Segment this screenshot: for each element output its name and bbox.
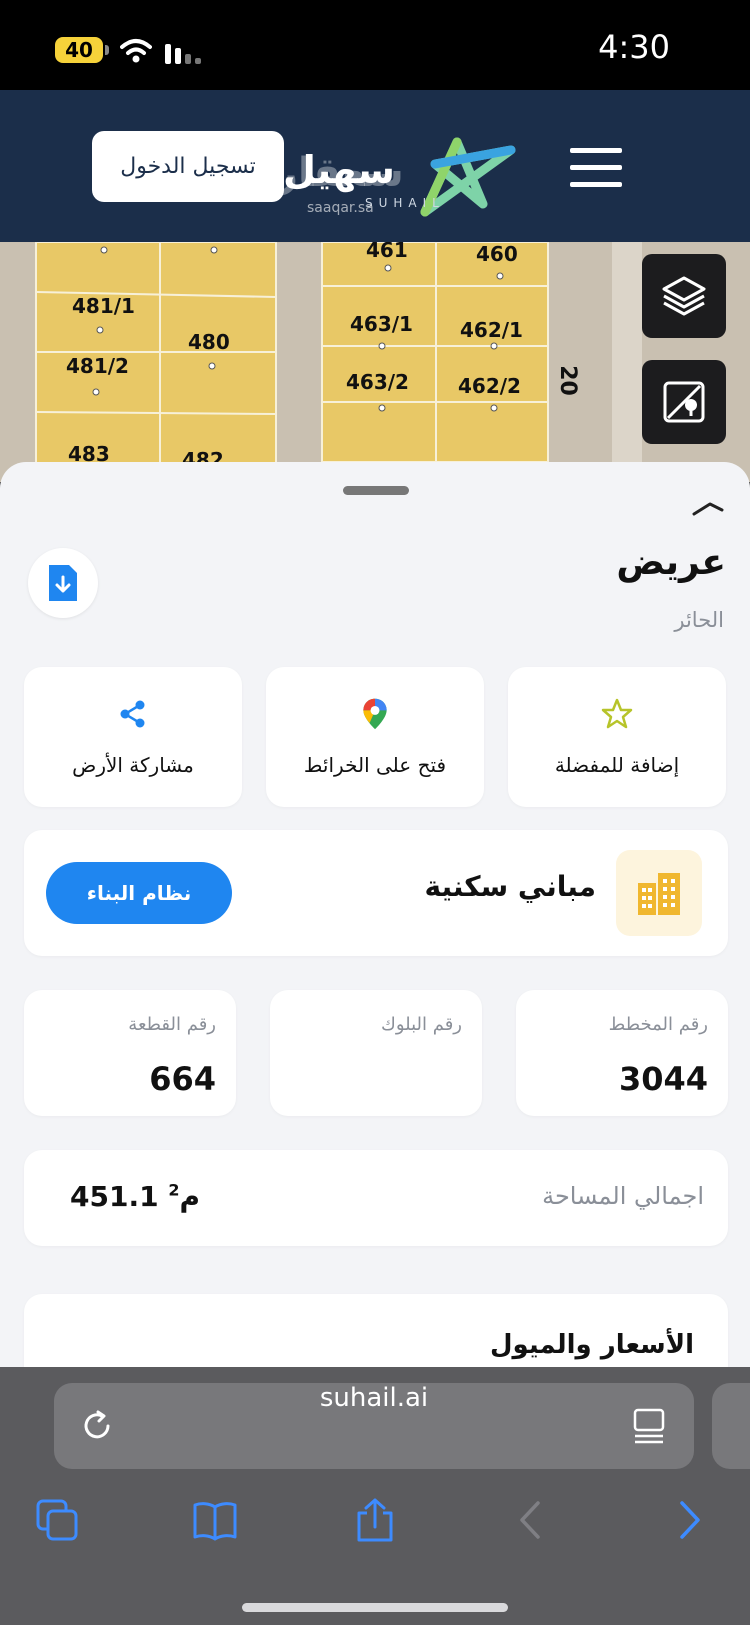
home-indicator[interactable] <box>242 1603 508 1612</box>
add-favorite-button[interactable]: إضافة للمفضلة <box>508 667 726 807</box>
plot-label[interactable]: 463/2 <box>346 370 409 394</box>
brand-logo[interactable]: سهيل SUHAIL سعقار saaqar.sa <box>275 120 535 220</box>
share-land-label: مشاركة الأرض <box>72 753 194 777</box>
land-usage-label: مباني سكنية <box>424 870 596 903</box>
plot-number-card: رقم القطعة 664 <box>24 990 236 1116</box>
map-image-icon <box>663 381 705 423</box>
back-icon[interactable] <box>508 1497 554 1543</box>
share-land-button[interactable]: مشاركة الأرض <box>24 667 242 807</box>
total-area-card: اجمالي المساحة 451.1 م2 <box>24 1150 728 1246</box>
prices-slopes-title: الأسعار والميول <box>489 1330 694 1360</box>
open-in-maps-button[interactable]: فتح على الخرائط <box>266 667 484 807</box>
area-unit: م <box>179 1180 200 1213</box>
watermark-url: saaqar.sa <box>307 200 374 216</box>
layers-icon <box>662 276 706 316</box>
status-time: 4:30 <box>598 28 670 66</box>
download-pdf-button[interactable] <box>28 548 98 618</box>
total-area-value: 451.1 م2 <box>70 1180 200 1213</box>
block-number-key: رقم البلوك <box>380 1014 462 1035</box>
plot-label[interactable]: 462/2 <box>458 374 521 398</box>
street-width-label: 20 <box>554 365 580 396</box>
plan-number-value: 3044 <box>618 1060 708 1098</box>
tabs-icon[interactable] <box>34 1497 80 1543</box>
forward-icon[interactable] <box>666 1497 712 1543</box>
building-code-button[interactable]: نظام البناء <box>46 862 232 924</box>
add-favorite-label: إضافة للمفضلة <box>554 753 680 777</box>
parcel-details-sheet: عريض الحائر إضافة للمفضلة فتح على الخرائ… <box>0 462 750 1367</box>
cellular-signal-icon <box>165 44 201 64</box>
url-text: suhail.ai <box>319 1383 429 1413</box>
reload-icon[interactable] <box>80 1409 114 1443</box>
parcel-title: عريض <box>616 542 726 583</box>
plot-number-value: 664 <box>149 1060 216 1098</box>
wifi-icon <box>120 39 152 63</box>
next-tab-preview[interactable] <box>712 1383 750 1469</box>
area-number: 451.1 <box>70 1180 159 1213</box>
collapse-icon[interactable] <box>690 496 726 520</box>
building-icon-wrap <box>616 850 702 936</box>
block-number-card: رقم البلوك <box>270 990 482 1116</box>
total-area-key: اجمالي المساحة <box>542 1182 704 1210</box>
plot-label[interactable]: 463/1 <box>350 312 413 336</box>
layers-button[interactable] <box>642 254 726 338</box>
plan-number-key: رقم المخطط <box>608 1014 708 1035</box>
plot-label[interactable]: 461 <box>366 242 408 262</box>
share-icon <box>120 700 145 728</box>
plot-label[interactable]: 462/1 <box>460 318 523 342</box>
bookmarks-icon[interactable] <box>192 1497 238 1543</box>
reader-mode-icon[interactable] <box>632 1407 666 1445</box>
star-icon <box>601 698 633 729</box>
plot-label[interactable]: 481/2 <box>66 354 129 378</box>
hamburger-menu-icon[interactable] <box>570 148 622 188</box>
plan-number-card: رقم المخطط 3044 <box>516 990 728 1116</box>
download-file-icon <box>49 565 77 601</box>
land-usage-card: مباني سكنية نظام البناء <box>24 830 728 956</box>
parcel-district: الحائر <box>674 608 724 632</box>
parcel-map[interactable]: 481/1 480 481/2 483 482 461 460 463/1 46… <box>0 242 750 482</box>
building-icon <box>638 873 680 915</box>
plot-number-key: رقم القطعة <box>128 1014 216 1035</box>
plot-label[interactable]: 480 <box>188 330 230 354</box>
plot-label[interactable]: 460 <box>476 242 518 266</box>
brand-subtitle: SUHAIL <box>365 196 445 210</box>
plot-label[interactable]: 481/1 <box>72 294 135 318</box>
watermark-text: سعقار <box>275 150 404 196</box>
map-pin-icon <box>363 698 387 730</box>
battery-indicator: 40 <box>55 37 109 63</box>
sheet-grabber[interactable] <box>343 486 409 495</box>
prices-slopes-card[interactable]: الأسعار والميول <box>24 1294 728 1367</box>
address-bar[interactable]: suhail.ai <box>54 1383 694 1469</box>
map-style-button[interactable] <box>642 360 726 444</box>
open-in-maps-label: فتح على الخرائط <box>303 753 447 777</box>
browser-toolbar: suhail.ai <box>0 1367 750 1625</box>
area-unit-exponent: 2 <box>168 1180 180 1200</box>
share-page-icon[interactable] <box>352 1497 398 1543</box>
login-button[interactable]: تسجيل الدخول <box>92 131 284 202</box>
status-bar: 40 4:30 <box>0 0 750 90</box>
